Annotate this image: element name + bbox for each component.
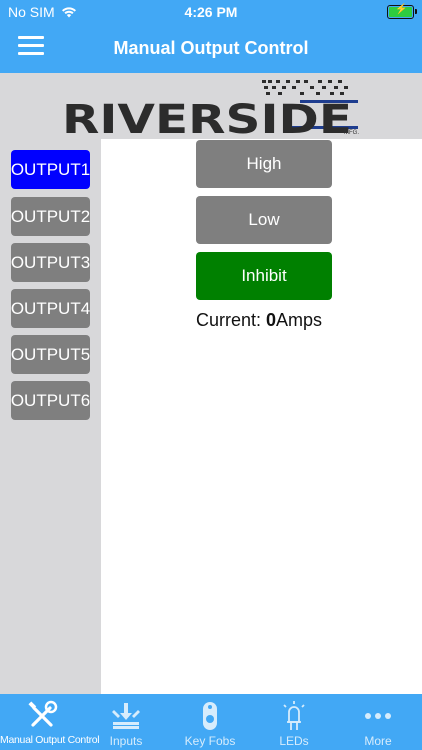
battery-icon (387, 4, 417, 19)
output-3-button[interactable]: OUTPUT3 (11, 243, 90, 282)
nav-bar: Manual Output Control (0, 24, 422, 73)
high-button[interactable]: High (196, 140, 332, 188)
inputs-icon (112, 703, 140, 729)
status-bar: No SIM 4:26 PM (0, 0, 422, 24)
low-button[interactable]: Low (196, 196, 332, 244)
output-2-button[interactable]: OUTPUT2 (11, 197, 90, 236)
tools-icon (28, 700, 58, 727)
app: No SIM 4:26 PM Manual Output Control (0, 0, 422, 750)
key-fob-icon (203, 702, 217, 730)
current-unit: Amps (276, 310, 323, 330)
tab-label: Inputs (109, 734, 143, 748)
tab-label: Key Fobs (184, 734, 236, 748)
logo-suffix: MFG. (344, 130, 359, 136)
led-icon (283, 701, 305, 730)
current-readout: Current: 0Amps (196, 310, 322, 331)
tab-more[interactable]: More (336, 694, 420, 750)
tab-label: More (364, 734, 392, 748)
current-label: Current: (196, 310, 267, 330)
logo-strip: RIVERSIDE MFG. (0, 73, 422, 139)
more-icon (365, 713, 391, 719)
page-title: Manual Output Control (113, 38, 309, 58)
status-time: 4:26 PM (184, 4, 238, 20)
inhibit-button[interactable]: Inhibit (196, 252, 332, 300)
tab-leds[interactable]: LEDs (252, 694, 336, 750)
tab-inputs[interactable]: Inputs (84, 694, 168, 750)
tab-label: Manual Output Control (0, 734, 100, 746)
tab-label: LEDs (279, 734, 309, 748)
output-sidebar: OUTPUT1 OUTPUT2 OUTPUT3 OUTPUT4 OUTPUT5 … (0, 139, 101, 694)
tab-manual-output-control[interactable]: Manual Output Control (0, 694, 100, 750)
output-6-button[interactable]: OUTPUT6 (11, 381, 90, 420)
current-value: 0 (266, 310, 277, 330)
tab-key-fobs[interactable]: Key Fobs (168, 694, 252, 750)
tab-bar: Manual Output Control Inputs Key Fobs LE… (0, 694, 422, 750)
output-1-button[interactable]: OUTPUT1 (11, 150, 90, 189)
header: No SIM 4:26 PM Manual Output Control (0, 0, 422, 73)
riverside-logo: RIVERSIDE MFG. (62, 80, 359, 139)
output-5-button[interactable]: OUTPUT5 (11, 335, 90, 374)
logo-wordmark: RIVERSIDE (62, 97, 352, 139)
output-4-button[interactable]: OUTPUT4 (11, 289, 90, 328)
